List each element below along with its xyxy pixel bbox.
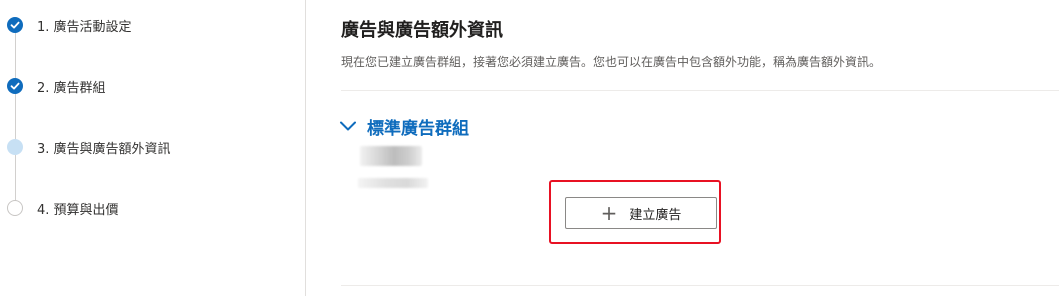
section-divider xyxy=(341,285,1059,286)
step-ads-and-extensions[interactable]: 3. 廣告與廣告額外資訊 xyxy=(7,137,171,157)
create-ad-button-label: 建立廣告 xyxy=(629,207,682,223)
step-label: 4. 預算與出價 xyxy=(37,202,119,218)
redacted-ad-group-detail xyxy=(358,178,428,188)
wizard-sidebar: 1. 廣告活動設定 2. 廣告群組 3. 廣告與廣告額外資訊 4. 預算與出價 xyxy=(0,0,305,296)
page-description: 現在您已建立廣告群組，接著您必須建立廣告。您也可以在廣告中包含額外功能，稱為廣告… xyxy=(341,55,882,69)
section-divider xyxy=(341,90,1059,91)
step-budget-and-bids[interactable]: 4. 預算與出價 xyxy=(7,198,119,218)
plus-icon: + xyxy=(600,201,618,225)
page-title: 廣告與廣告額外資訊 xyxy=(341,20,503,41)
step-connector-line xyxy=(15,32,16,208)
step-campaign-settings[interactable]: 1. 廣告活動設定 xyxy=(7,15,132,35)
step-label: 2. 廣告群組 xyxy=(37,80,106,96)
create-ad-button[interactable]: + 建立廣告 xyxy=(565,197,717,229)
step-label: 3. 廣告與廣告額外資訊 xyxy=(37,141,171,157)
step-ad-group[interactable]: 2. 廣告群組 xyxy=(7,76,106,96)
redacted-ad-group-name xyxy=(360,146,422,166)
main-content: 廣告與廣告額外資訊 現在您已建立廣告群組，接著您必須建立廣告。您也可以在廣告中包… xyxy=(306,0,1059,296)
checkmark-icon xyxy=(7,78,23,94)
step-label: 1. 廣告活動設定 xyxy=(37,19,132,35)
checkmark-icon xyxy=(7,17,23,33)
current-step-icon xyxy=(7,139,23,155)
chevron-down-icon xyxy=(340,121,356,131)
ad-group-collapse-toggle[interactable]: 標準廣告群組 xyxy=(339,114,469,139)
ad-group-title: 標準廣告群組 xyxy=(367,118,469,139)
pending-step-icon xyxy=(7,200,23,216)
